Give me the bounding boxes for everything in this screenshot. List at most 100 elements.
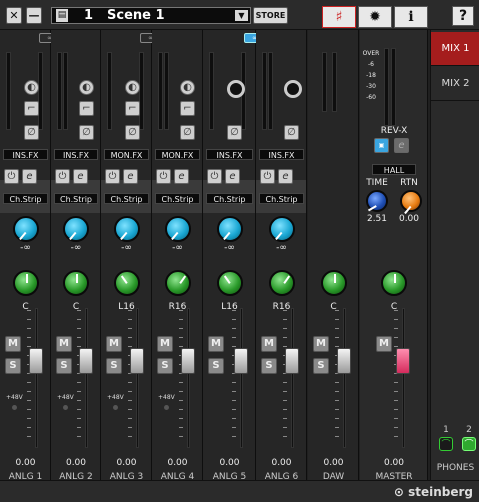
send-knob[interactable] — [216, 216, 243, 242]
power-icon[interactable]: ⏻ — [260, 169, 275, 184]
close-button[interactable]: ✕ — [6, 7, 22, 24]
hiz-icon[interactable]: ◐ — [125, 80, 140, 95]
fader-track — [35, 308, 38, 448]
reverb-return-knob[interactable] — [400, 190, 422, 215]
tab-mix-1[interactable]: MIX 1 — [431, 32, 479, 66]
phantom-led[interactable] — [113, 405, 118, 410]
mixer-view-button[interactable]: ♯ — [322, 6, 356, 28]
mute-button[interactable]: M — [56, 336, 72, 352]
store-button[interactable]: STORE — [253, 7, 288, 24]
master-volume-fader[interactable] — [396, 348, 410, 374]
mute-button[interactable]: M — [313, 336, 329, 352]
mute-button[interactable]: M — [5, 336, 21, 352]
volume-fader[interactable] — [29, 348, 43, 374]
volume-fader[interactable] — [130, 348, 144, 374]
reverb-time-knob[interactable] — [366, 190, 388, 212]
solo-button[interactable]: S — [106, 358, 122, 374]
edit-icon[interactable]: e — [73, 169, 88, 184]
ins-fx-label[interactable]: INS.FX — [259, 149, 304, 160]
headphones-icon[interactable]: ⌒ — [462, 437, 476, 451]
solo-button[interactable]: S — [313, 358, 329, 374]
pan-knob[interactable] — [164, 270, 191, 296]
edit-icon[interactable]: e — [174, 169, 189, 184]
edit-icon[interactable]: e — [123, 169, 138, 184]
hpf-icon[interactable]: ⌐ — [125, 101, 140, 116]
send-knob[interactable] — [164, 216, 191, 242]
mute-button[interactable]: M — [157, 336, 173, 352]
pan-knob[interactable] — [12, 270, 39, 296]
phase-icon[interactable]: ∅ — [125, 125, 140, 140]
edit-icon[interactable]: e — [225, 169, 240, 184]
hpf-icon[interactable]: ⌐ — [180, 101, 195, 116]
mute-button[interactable]: M — [106, 336, 122, 352]
hpf-icon[interactable]: ⌐ — [79, 101, 94, 116]
phase-icon[interactable]: ∅ — [284, 125, 299, 140]
send-knob[interactable] — [12, 216, 39, 242]
phase-icon[interactable]: ∅ — [180, 125, 195, 140]
solo-button[interactable]: S — [157, 358, 173, 374]
reverb-type[interactable]: HALL — [372, 164, 416, 175]
pan-knob[interactable] — [320, 270, 347, 296]
chevron-down-icon[interactable]: ▼ — [235, 10, 248, 21]
solo-button[interactable]: S — [56, 358, 72, 374]
solo-button[interactable]: S — [261, 358, 277, 374]
power-icon[interactable]: ⏻ — [207, 169, 222, 184]
send-knob[interactable] — [113, 216, 140, 242]
hpf-icon[interactable]: ⌐ — [24, 101, 39, 116]
phase-icon[interactable]: ∅ — [227, 125, 242, 140]
send-knob[interactable] — [268, 216, 295, 242]
document-icon[interactable]: ▤ — [56, 9, 68, 22]
volume-fader[interactable] — [285, 348, 299, 374]
help-button[interactable]: ? — [452, 6, 474, 26]
ch-strip-label[interactable]: Ch.Strip — [104, 193, 149, 204]
ch-strip-label[interactable]: Ch.Strip — [206, 193, 253, 204]
volume-fader[interactable] — [79, 348, 93, 374]
ch-strip-label[interactable]: Ch.Strip — [54, 193, 98, 204]
pan-knob[interactable] — [268, 270, 295, 296]
send-knob[interactable] — [63, 216, 89, 242]
ins-fx-label[interactable]: MON.FX — [104, 149, 149, 160]
edit-icon[interactable]: e — [278, 169, 293, 184]
phase-icon[interactable]: ∅ — [79, 125, 94, 140]
phantom-led[interactable] — [164, 405, 169, 410]
phase-icon[interactable]: ∅ — [24, 125, 39, 140]
mute-button[interactable]: M — [376, 336, 392, 352]
info-button[interactable]: i — [394, 6, 428, 28]
mute-button[interactable]: M — [208, 336, 224, 352]
pan-knob[interactable] — [113, 270, 140, 296]
reverb-room-icon[interactable]: ▣ — [374, 138, 389, 153]
ch-strip-label[interactable]: Ch.Strip — [155, 193, 200, 204]
pan-knob[interactable] — [216, 270, 243, 296]
pan-knob[interactable] — [63, 270, 89, 296]
power-icon[interactable]: ⏻ — [4, 169, 19, 184]
ins-fx-label[interactable]: INS.FX — [54, 149, 98, 160]
minimize-button[interactable]: — — [26, 7, 42, 24]
headphones-icon[interactable]: ⌒ — [439, 437, 453, 451]
scene-selector[interactable]: ▤ 1 Scene 1 ▼ — [51, 7, 251, 24]
solo-button[interactable]: S — [208, 358, 224, 374]
solo-button[interactable]: S — [5, 358, 21, 374]
ch-strip-label[interactable]: Ch.Strip — [3, 193, 48, 204]
hiz-icon[interactable]: ◐ — [180, 80, 195, 95]
ins-fx-label[interactable]: INS.FX — [206, 149, 253, 160]
power-icon[interactable]: ⏻ — [105, 169, 120, 184]
hiz-icon[interactable]: ◐ — [24, 80, 39, 95]
settings-button[interactable]: ✹ — [358, 6, 392, 28]
volume-fader[interactable] — [234, 348, 248, 374]
power-icon[interactable]: ⏻ — [55, 169, 70, 184]
ch-strip-label[interactable]: Ch.Strip — [259, 193, 304, 204]
power-icon[interactable]: ⏻ — [156, 169, 171, 184]
phantom-led[interactable] — [63, 405, 68, 410]
edit-icon[interactable]: e — [394, 138, 409, 153]
pan-knob[interactable] — [381, 270, 407, 296]
mute-button[interactable]: M — [261, 336, 277, 352]
volume-fader[interactable] — [181, 348, 195, 374]
tab-mix-2[interactable]: MIX 2 — [431, 67, 479, 101]
edit-icon[interactable]: e — [22, 169, 37, 184]
volume-fader[interactable] — [337, 348, 351, 374]
pan-value: L16 — [221, 302, 238, 312]
ins-fx-label[interactable]: MON.FX — [155, 149, 200, 160]
phantom-led[interactable] — [12, 405, 17, 410]
hiz-icon[interactable]: ◐ — [79, 80, 94, 95]
ins-fx-label[interactable]: INS.FX — [3, 149, 48, 160]
